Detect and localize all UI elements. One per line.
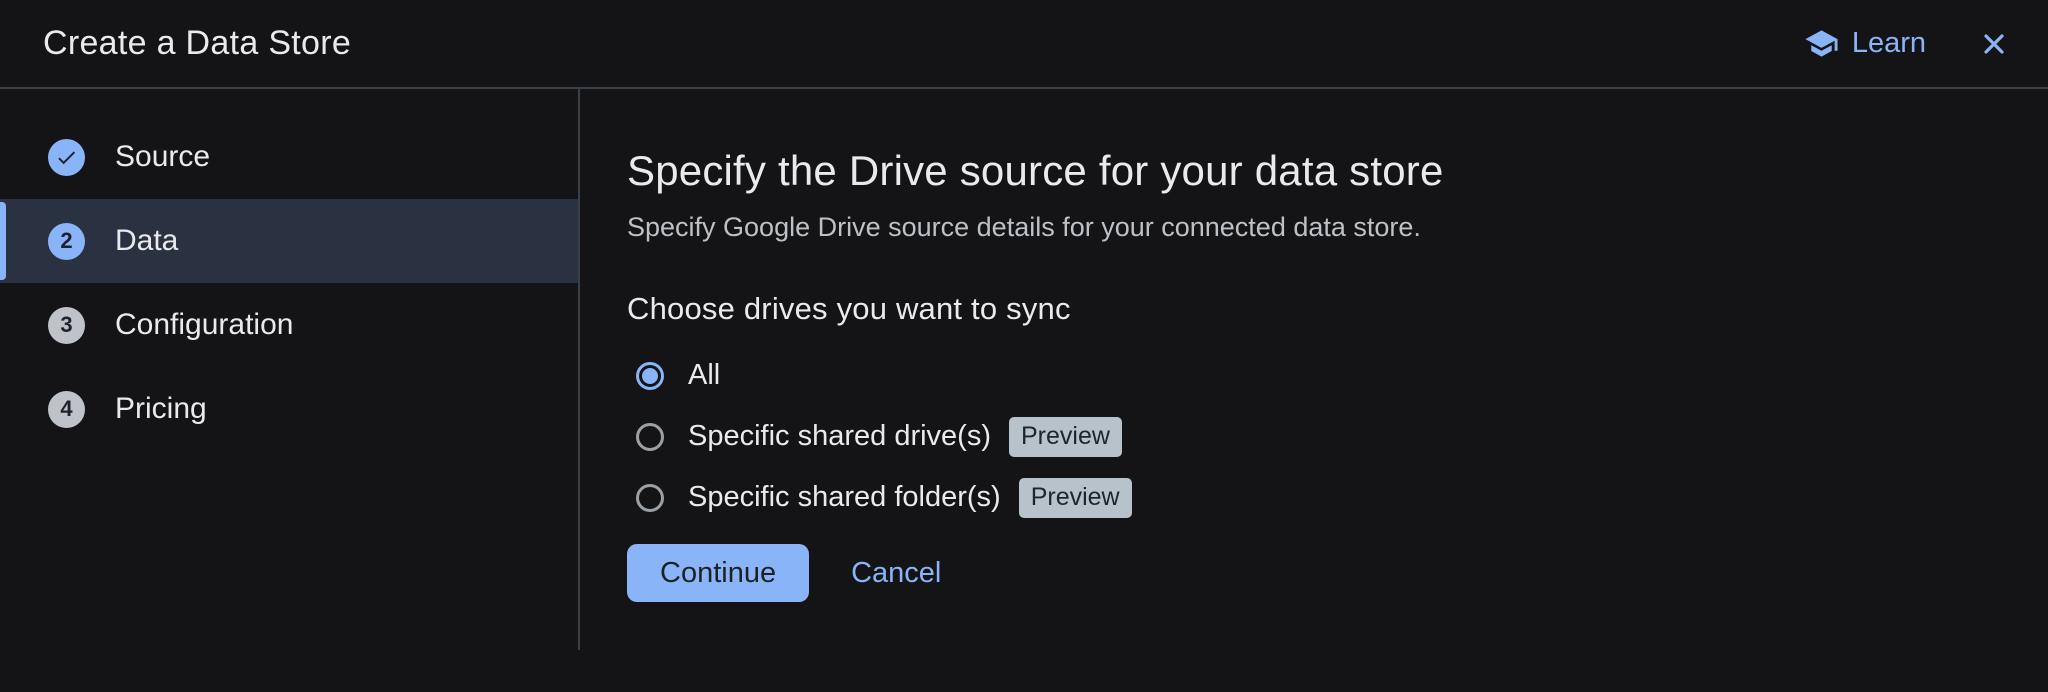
header-actions: Learn [1804,26,2010,61]
option-specific-shared-folders[interactable]: Specific shared folder(s) Preview [636,467,1988,528]
page-subtitle: Specify Google Drive source details for … [627,211,1988,243]
create-data-store-dialog: { "header": { "title": "Create a Data St… [0,0,2048,692]
step-source[interactable]: Source [0,115,578,199]
step-pricing-number: 4 [60,396,72,422]
form-actions: Continue Cancel [627,544,1988,602]
cancel-button[interactable]: Cancel [851,557,941,590]
dialog-title: Create a Data Store [43,24,351,63]
step-configuration-label: Configuration [115,308,293,342]
preview-badge: Preview [1019,478,1132,518]
step-pricing-circle: 4 [48,391,85,428]
step-source-circle [48,139,85,176]
step-source-label: Source [115,140,210,174]
step-configuration[interactable]: 3 Configuration [0,283,578,367]
main-content: Specify the Drive source for your data s… [580,89,2048,690]
radio-specific-shared-drives[interactable] [636,423,664,451]
section-title: Choose drives you want to sync [627,291,1988,327]
continue-button[interactable]: Continue [627,544,809,602]
preview-badge: Preview [1009,417,1122,457]
close-button[interactable] [1978,28,2010,60]
step-data-circle: 2 [48,223,85,260]
step-pricing-label: Pricing [115,392,207,426]
step-configuration-number: 3 [60,312,72,338]
option-all[interactable]: All [636,345,1988,406]
stepper-sidebar: Source 2 Data 3 Configuration 4 Pricing [0,89,580,650]
option-specific-shared-drives-label: Specific shared drive(s) [688,420,991,453]
learn-link[interactable]: Learn [1804,26,1926,61]
step-data-number: 2 [60,228,72,254]
option-specific-shared-folders-label: Specific shared folder(s) [688,481,1001,514]
school-icon [1804,26,1839,61]
radio-all[interactable] [636,362,664,390]
dialog-body: Source 2 Data 3 Configuration 4 Pricing … [0,89,2048,690]
page-title: Specify the Drive source for your data s… [627,146,1988,196]
step-pricing[interactable]: 4 Pricing [0,367,578,451]
step-data-label: Data [115,224,178,258]
option-specific-shared-drives[interactable]: Specific shared drive(s) Preview [636,406,1988,467]
close-icon [1978,28,2010,60]
radio-specific-shared-folders[interactable] [636,484,664,512]
option-all-label: All [688,359,720,392]
step-data[interactable]: 2 Data [0,199,578,283]
drive-options-radio-group: All Specific shared drive(s) Preview Spe… [627,345,1988,528]
dialog-header: Create a Data Store Learn [0,0,2048,89]
step-configuration-circle: 3 [48,307,85,344]
learn-label: Learn [1852,27,1926,60]
check-icon [55,146,78,169]
